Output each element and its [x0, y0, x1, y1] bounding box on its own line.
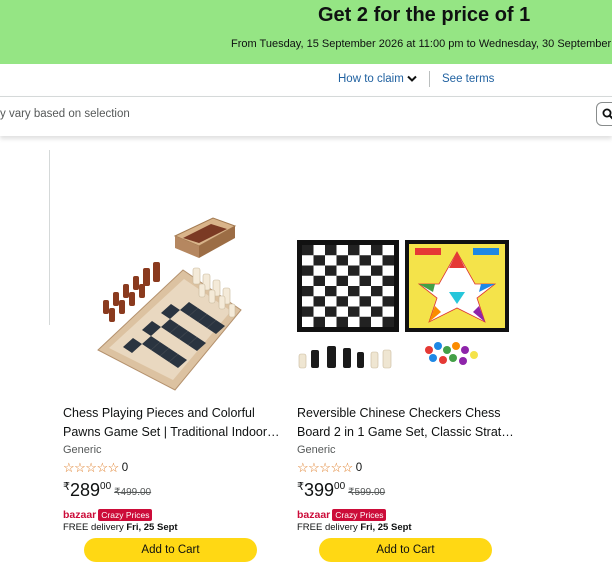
promo-title: Get 2 for the price of 1 — [318, 4, 531, 26]
product-image-chess-set[interactable] — [63, 200, 283, 395]
delivery-prefix: FREE delivery — [63, 522, 127, 533]
rating-count: 0 — [121, 461, 129, 474]
claim-divider — [429, 71, 430, 87]
promo-dates: From Tuesday, 15 September 2026 at 11:00… — [231, 38, 612, 50]
add-to-cart-button[interactable]: Add to Cart — [84, 538, 257, 562]
carousel-divider — [49, 150, 50, 325]
see-terms-link[interactable]: See terms — [442, 73, 494, 85]
search-hint: y vary based on selection — [0, 108, 130, 120]
product-title[interactable]: Chess Playing Pieces and Colorful Pawns … — [63, 404, 283, 442]
product-title[interactable]: Reversible Chinese Checkers Chess Board … — [297, 404, 517, 442]
claim-bar: How to claim See terms — [0, 64, 612, 96]
star-rating-icon: ☆☆☆☆☆ — [63, 459, 119, 475]
crazy-prices-badge: Crazy Prices — [98, 508, 153, 521]
add-to-cart-button[interactable]: Add to Cart — [319, 538, 492, 562]
price-fraction: 00 — [100, 481, 112, 492]
price-currency: ₹ — [63, 481, 70, 493]
bazaar-logo: bazaar — [297, 508, 331, 521]
product-card: Chess Playing Pieces and Colorful Pawns … — [63, 200, 283, 562]
price-whole: 289 — [70, 480, 101, 500]
search-button[interactable] — [596, 102, 612, 126]
search-bar: y vary based on selection — [0, 96, 612, 136]
price-mrp: ₹599.00 — [348, 487, 386, 498]
search-icon — [602, 108, 612, 120]
star-rating-icon: ☆☆☆☆☆ — [297, 459, 353, 475]
how-to-claim-link[interactable]: How to claim — [338, 73, 417, 85]
bazaar-logo: bazaar — [63, 508, 97, 521]
product-title-line: Chess Playing Pieces and Colorful — [63, 406, 255, 420]
delivery-date: Fri, 25 Sept — [126, 522, 178, 533]
delivery-info: FREE delivery Fri, 25 Sept — [297, 522, 412, 533]
chevron-down-icon — [407, 75, 417, 82]
product-card: Reversible Chinese Checkers Chess Board … — [297, 200, 517, 562]
price-whole: 399 — [304, 480, 335, 500]
price-mrp: ₹499.00 — [114, 487, 152, 498]
product-brand: Generic — [63, 444, 102, 456]
price-currency: ₹ — [297, 481, 304, 493]
rating-count: 0 — [355, 461, 363, 474]
delivery-prefix: FREE delivery — [297, 522, 361, 533]
delivery-date: Fri, 25 Sept — [360, 522, 412, 533]
promo-banner: Get 2 for the price of 1 From Tuesday, 1… — [0, 0, 612, 64]
product-title-line: Reversible Chinese Checkers Chess — [297, 406, 501, 420]
crazy-prices-badge: Crazy Prices — [332, 508, 387, 521]
delivery-info: FREE delivery Fri, 25 Sept — [63, 522, 178, 533]
product-rating[interactable]: ☆☆☆☆☆ 0 — [297, 459, 362, 475]
product-title-line: Board 2 in 1 Game Set, Classic Strate… — [297, 425, 517, 439]
price-fraction: 00 — [334, 481, 346, 492]
product-brand: Generic — [297, 444, 336, 456]
product-price: ₹28900₹499.00 — [63, 480, 151, 501]
product-rating[interactable]: ☆☆☆☆☆ 0 — [63, 459, 128, 475]
how-to-claim-label: How to claim — [338, 73, 404, 85]
product-price: ₹39900₹599.00 — [297, 480, 385, 501]
product-image-chinese-checkers[interactable] — [297, 200, 517, 395]
product-title-line: Pawns Game Set | Traditional Indoor… — [63, 425, 280, 439]
